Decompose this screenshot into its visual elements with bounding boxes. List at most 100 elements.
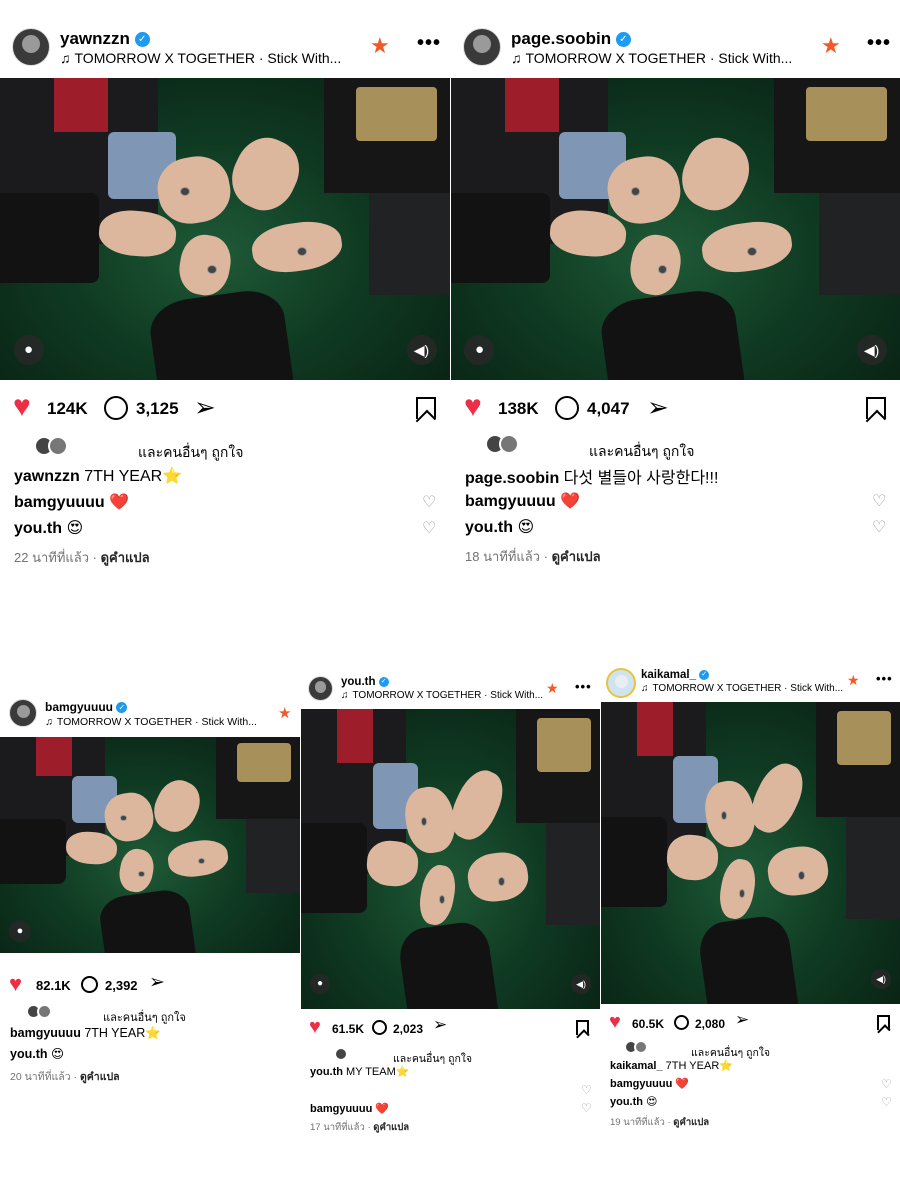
- post-photo[interactable]: ● ◀): [0, 78, 450, 380]
- photo-ring: [438, 895, 446, 904]
- liked-by-text[interactable]: และคนอื่นๆ ถูกใจ: [589, 441, 694, 463]
- share-icon[interactable]: ➢: [194, 392, 216, 423]
- caption-username[interactable]: you.th: [310, 1066, 343, 1078]
- more-options-icon[interactable]: •••: [575, 679, 592, 694]
- comment-count[interactable]: 2,023: [393, 1022, 423, 1036]
- music-label[interactable]: ♫ TOMORROW X TOGETHER · Stick With...: [341, 690, 543, 701]
- comment-icon[interactable]: [104, 396, 128, 420]
- comment-text: ❤️: [372, 1103, 390, 1115]
- like-count[interactable]: 61.5K: [332, 1022, 364, 1036]
- caption-username[interactable]: bamgyuuuu: [10, 1026, 81, 1040]
- music-label[interactable]: ♫ TOMORROW X TOGETHER · Stick With...: [511, 50, 792, 66]
- like-count[interactable]: 138K: [498, 399, 539, 419]
- post-photo[interactable]: ● ◀): [301, 709, 600, 1009]
- sound-icon[interactable]: ◀): [871, 968, 892, 989]
- comment-count[interactable]: 3,125: [136, 399, 179, 419]
- music-label[interactable]: ♫ TOMORROW X TOGETHER · Stick With...: [641, 683, 843, 694]
- more-options-icon[interactable]: •••: [867, 32, 891, 55]
- comment-username[interactable]: bamgyuuuu: [610, 1078, 672, 1090]
- comment-like-icon[interactable]: ♡: [422, 492, 436, 512]
- comment-username[interactable]: you.th: [14, 520, 62, 537]
- tagged-user-icon[interactable]: ●: [309, 974, 330, 994]
- see-translation-link[interactable]: ดูคำแปล: [673, 1117, 709, 1128]
- bookmark-icon[interactable]: [416, 397, 436, 419]
- comment-username[interactable]: you.th: [10, 1047, 48, 1061]
- avatar[interactable]: [463, 28, 501, 66]
- photo-hand: [116, 846, 157, 896]
- comment-like-icon[interactable]: ♡: [422, 518, 436, 538]
- avatar[interactable]: [9, 699, 37, 727]
- comment-icon[interactable]: [81, 976, 98, 993]
- sound-icon[interactable]: ◀): [856, 334, 887, 365]
- tagged-user-icon[interactable]: ●: [9, 920, 31, 943]
- sound-icon[interactable]: ◀): [406, 334, 437, 365]
- comment-like-icon[interactable]: ♡: [872, 491, 886, 511]
- sound-icon[interactable]: ◀): [571, 974, 592, 994]
- comment-text: ❤️: [672, 1078, 690, 1090]
- comment-username[interactable]: you.th: [610, 1096, 643, 1108]
- comment-like-icon[interactable]: ♡: [881, 1077, 892, 1091]
- heart-icon[interactable]: ♥: [609, 1011, 621, 1034]
- avatar[interactable]: [12, 28, 50, 66]
- more-options-icon[interactable]: •••: [876, 671, 893, 686]
- see-translation-link[interactable]: ดูคำแปล: [552, 549, 601, 564]
- comment-username[interactable]: you.th: [465, 519, 513, 536]
- like-count[interactable]: 124K: [47, 399, 88, 419]
- share-icon[interactable]: ➢: [433, 1015, 447, 1035]
- like-count[interactable]: 60.5K: [632, 1017, 664, 1031]
- caption-username[interactable]: yawnzzn: [14, 468, 80, 485]
- liker-avatar: [334, 1047, 348, 1061]
- post-photo[interactable]: ●: [0, 737, 300, 953]
- comment-count[interactable]: 2,080: [695, 1017, 725, 1031]
- photo-jacket: [846, 816, 900, 920]
- username[interactable]: page.soobin ✓: [511, 29, 631, 49]
- liked-by-text[interactable]: และคนอื่นๆ ถูกใจ: [138, 442, 243, 464]
- caption-username[interactable]: kaikamal_: [610, 1060, 663, 1072]
- comment-like-icon[interactable]: ♡: [581, 1083, 592, 1097]
- heart-icon[interactable]: ♥: [464, 390, 482, 424]
- tagged-user-icon[interactable]: ●: [13, 334, 44, 365]
- comment-count[interactable]: 4,047: [587, 399, 630, 419]
- comment-icon[interactable]: [674, 1015, 689, 1030]
- comment-username[interactable]: bamgyuuuu: [465, 493, 556, 510]
- comment-icon[interactable]: [555, 396, 579, 420]
- post-photo[interactable]: ● ◀): [451, 78, 900, 380]
- bookmark-icon[interactable]: [877, 1015, 890, 1030]
- see-translation-link[interactable]: ดูคำแปล: [373, 1122, 409, 1133]
- see-translation-link[interactable]: ดูคำแปล: [80, 1071, 120, 1083]
- tagged-user-icon[interactable]: ●: [464, 334, 495, 365]
- heart-icon[interactable]: ♥: [9, 971, 22, 997]
- post-kaikamal: kaikamal_ ✓ ♫ TOMORROW X TOGETHER · Stick…: [601, 660, 900, 1135]
- liked-by-text[interactable]: และคนอื่นๆ ถูกใจ: [103, 1008, 186, 1026]
- username[interactable]: bamgyuuuu ✓: [45, 700, 128, 714]
- music-note-icon: ♫: [341, 690, 349, 701]
- like-count[interactable]: 82.1K: [36, 978, 71, 993]
- heart-icon[interactable]: ♥: [13, 390, 31, 424]
- comment-count[interactable]: 2,392: [105, 978, 138, 993]
- username[interactable]: yawnzzn ✓: [60, 29, 150, 49]
- see-translation-link[interactable]: ดูคำแปล: [101, 550, 150, 565]
- bookmark-icon[interactable]: [866, 397, 886, 419]
- username[interactable]: kaikamal_ ✓: [641, 669, 710, 681]
- bookmark-icon[interactable]: [576, 1020, 589, 1035]
- comment-like-icon[interactable]: ♡: [581, 1101, 592, 1115]
- post-photo[interactable]: ◀): [601, 702, 900, 1004]
- share-icon[interactable]: ➢: [149, 971, 165, 994]
- avatar[interactable]: [606, 668, 636, 698]
- comment-username[interactable]: bamgyuuuu: [310, 1103, 372, 1115]
- comment-like-icon[interactable]: ♡: [881, 1095, 892, 1109]
- comment-username[interactable]: bamgyuuuu: [14, 494, 105, 511]
- username[interactable]: you.th ✓: [341, 676, 389, 688]
- comment-like-icon[interactable]: ♡: [872, 517, 886, 537]
- caption-username[interactable]: page.soobin: [465, 470, 559, 487]
- avatar[interactable]: [308, 676, 333, 701]
- music-label[interactable]: ♫ TOMORROW X TOGETHER · Stick With...: [60, 50, 341, 66]
- photo-ring: [138, 870, 145, 878]
- share-icon[interactable]: ➢: [735, 1010, 749, 1030]
- verified-badge-icon: ✓: [116, 702, 128, 714]
- more-options-icon[interactable]: •••: [417, 32, 441, 55]
- share-icon[interactable]: ➢: [647, 392, 669, 423]
- heart-icon[interactable]: ♥: [309, 1016, 321, 1039]
- comment-icon[interactable]: [372, 1020, 387, 1035]
- music-label[interactable]: ♫ TOMORROW X TOGETHER · Stick With...: [45, 716, 257, 728]
